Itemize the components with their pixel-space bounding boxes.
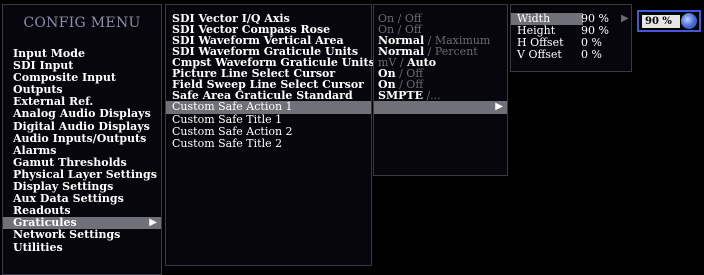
menu-item-label: Analog Audio Displays xyxy=(13,107,151,121)
menu-item-label: Input Mode xyxy=(13,47,85,60)
settings-values-panel: On / Off On / Off Normal / Maximum Normal /… xyxy=(373,4,508,176)
setting-item[interactable]: Custom Safe Title 2 xyxy=(166,138,371,150)
submenu-item[interactable]: V Offset 0 % xyxy=(511,49,631,61)
setting-item-label: Custom Safe Title 1 xyxy=(172,112,283,126)
knob-icon[interactable] xyxy=(681,13,697,29)
menu-item-label: Digital Audio Displays xyxy=(13,119,150,133)
menu-item-label: Display Settings xyxy=(13,180,114,194)
setting-item-label: Custom Safe Title 2 xyxy=(172,137,283,151)
menu-item-label: Gamut Thresholds xyxy=(13,155,127,169)
setting-item-label: Custom Safe Action 1 xyxy=(172,100,293,114)
menu-item-label: Utilities xyxy=(13,240,63,254)
menu-item-label: Readouts xyxy=(13,204,71,218)
chevron-right-icon: ▶ xyxy=(621,13,629,24)
settings-list: SDI Vector I/Q Axis SDI Vector Compass Ro… xyxy=(166,13,375,151)
menu-item-label: Outputs xyxy=(13,83,63,97)
submenu-list: Width 90 % ▶ Height 90 % H Offset 0 % V Offset 0… xyxy=(511,13,631,61)
chevron-right-icon: ▶ xyxy=(149,217,157,229)
menu-item-label: Network Settings xyxy=(13,228,121,242)
config-menu-panel: CONFIG MENU Input Mode SDI Input Composite… xyxy=(2,4,162,275)
setting-item-label: Custom Safe Action 2 xyxy=(172,124,293,138)
setting-value-selected[interactable]: ▶ xyxy=(374,101,507,114)
menu-item-label: Composite Input xyxy=(13,71,116,85)
value-editor[interactable]: 90 % xyxy=(637,10,701,32)
menu-item-label: Physical Layer Settings xyxy=(13,167,157,181)
menu-item-label: External Ref. xyxy=(13,95,94,109)
submenu-item-label: V Offset xyxy=(517,48,562,61)
setting-value-active: SMPTE xyxy=(378,89,423,103)
value-field[interactable]: 90 % xyxy=(642,15,680,28)
setting-value-inactive: Percent xyxy=(434,45,478,59)
menu-item[interactable]: Utilities xyxy=(3,240,161,254)
menu-item-label: Audio Inputs/Outputs xyxy=(13,131,147,145)
menu-item-label: SDI Input xyxy=(13,59,74,73)
chevron-right-icon: ▶ xyxy=(495,101,503,113)
menu-list: Input Mode SDI Input Composite Input Output… xyxy=(3,47,161,254)
menu-item-label: Graticules xyxy=(13,216,77,230)
menu-item-label: Aux Data Settings xyxy=(13,192,124,206)
menu-item-label: Alarms xyxy=(13,143,57,157)
values-list: On / Off On / Off Normal / Maximum Normal /… xyxy=(374,13,507,114)
menu-title: CONFIG MENU xyxy=(23,15,141,31)
safe-action-submenu: Width 90 % ▶ Height 90 % H Offset 0 % V Offset 0… xyxy=(510,4,632,72)
setting-value-inactive: ... xyxy=(430,89,441,103)
graticules-settings-panel: SDI Vector I/Q Axis SDI Vector Compass Ro… xyxy=(165,4,375,266)
submenu-item-value: 0 % xyxy=(581,48,602,61)
setting-value[interactable]: SMPTE /... xyxy=(374,90,507,101)
